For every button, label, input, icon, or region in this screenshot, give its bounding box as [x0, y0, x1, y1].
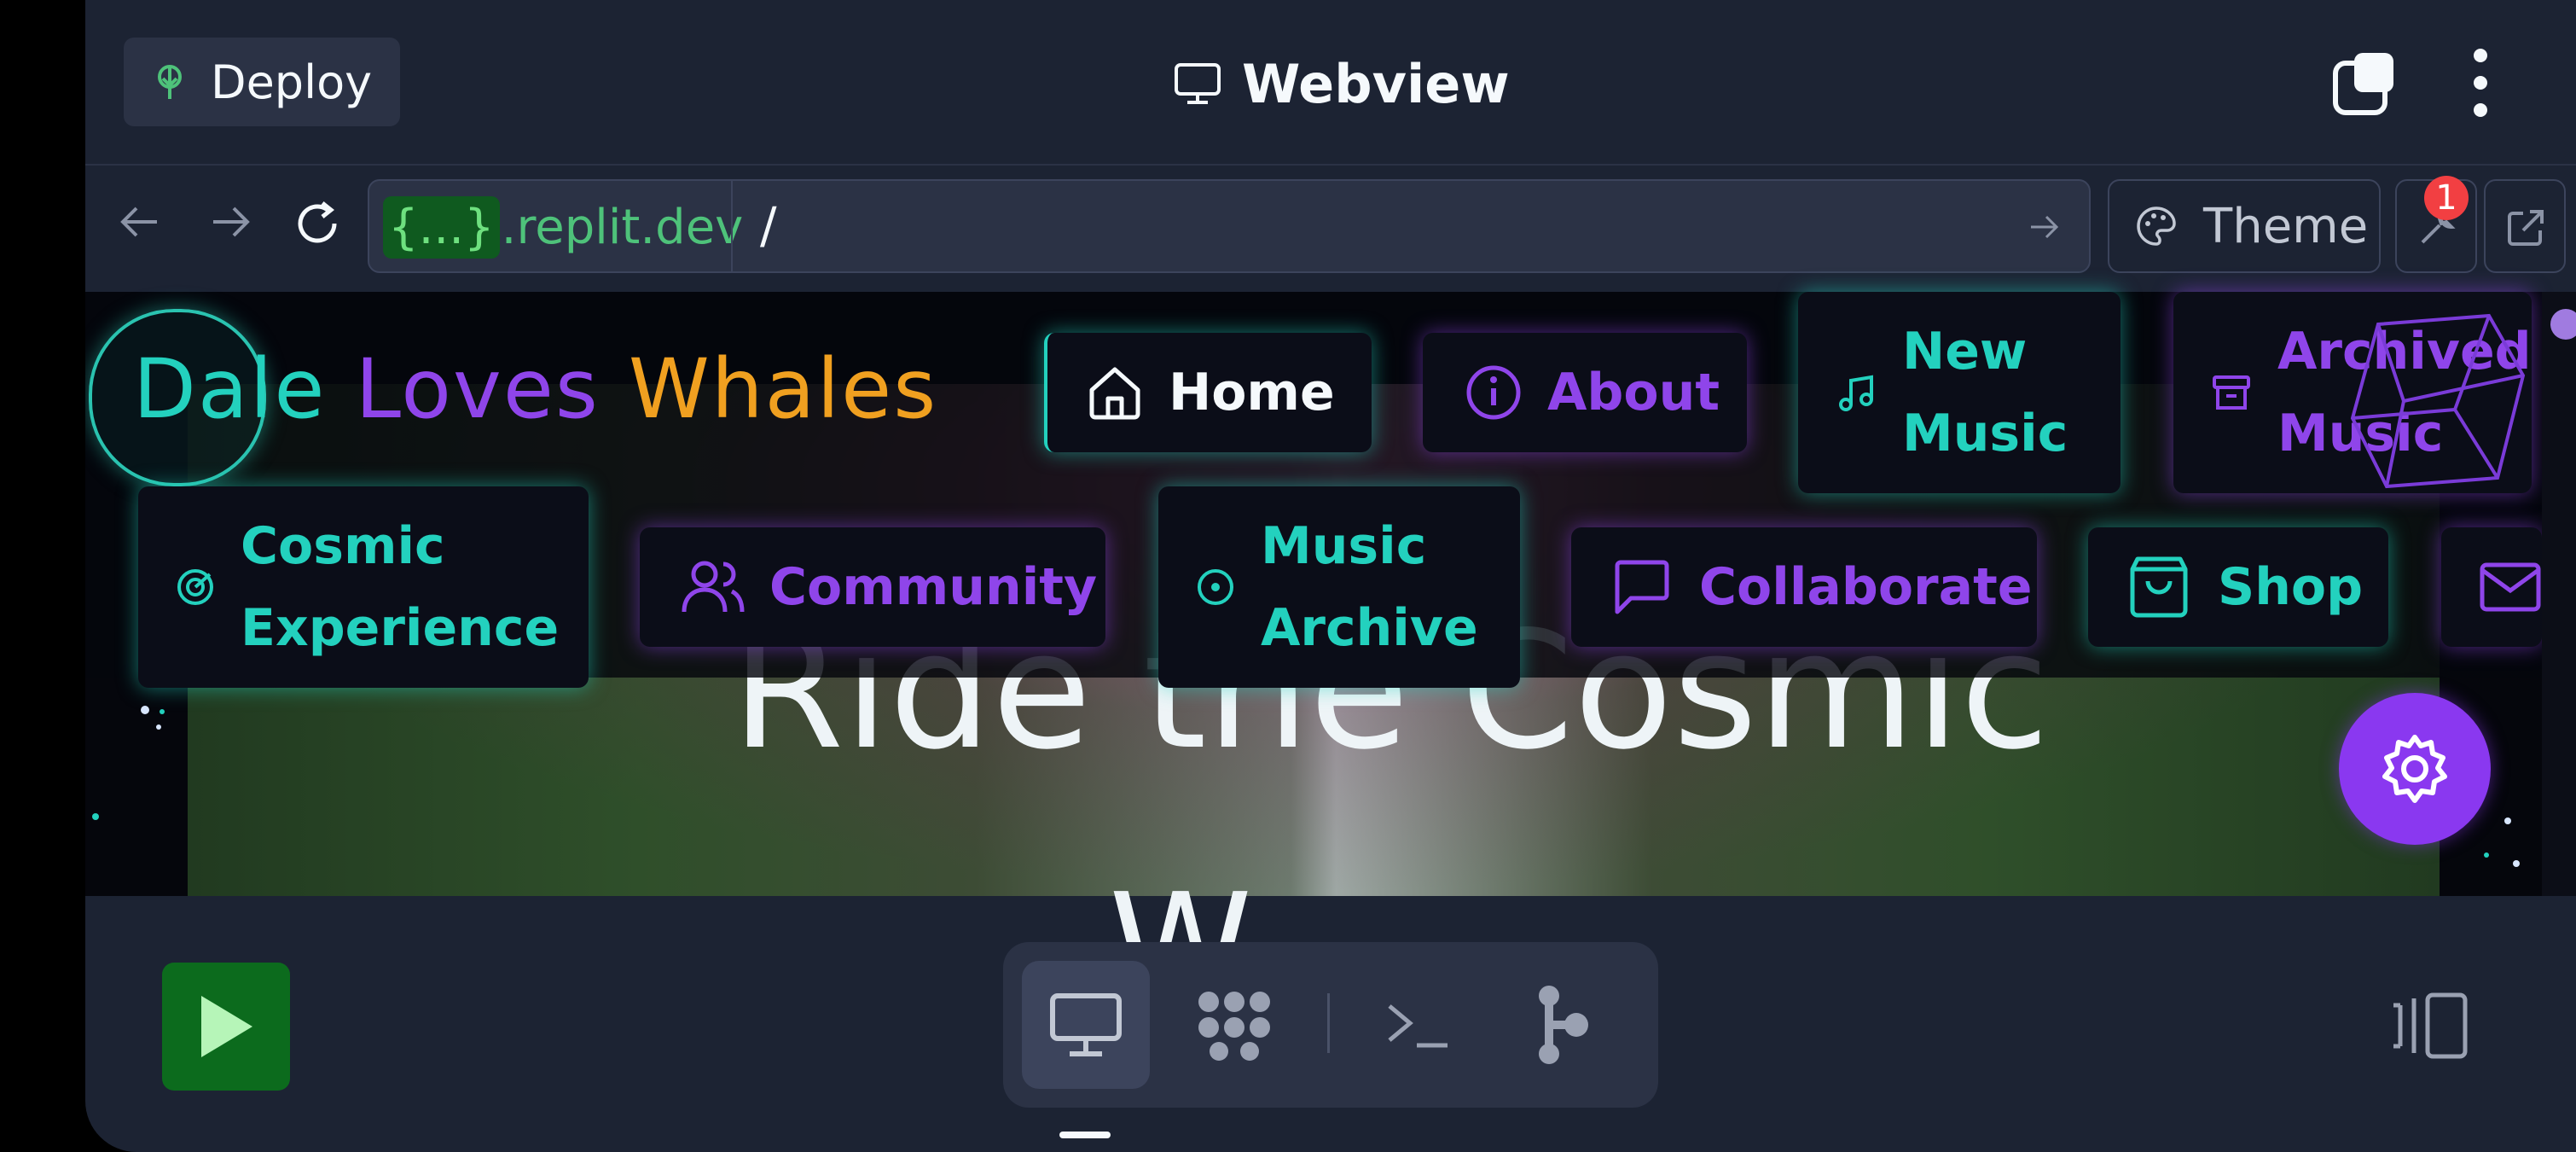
terminal-icon [1388, 1004, 1448, 1048]
nav-community-label: Community [769, 557, 1098, 617]
url-path[interactable]: / [760, 196, 777, 254]
tab-webview[interactable] [1022, 961, 1150, 1089]
nav-shop[interactable]: Shop [2088, 527, 2388, 647]
more-vertical-icon[interactable] [2465, 47, 2496, 119]
tab-shell[interactable] [1355, 961, 1482, 1089]
settings-button[interactable] [2339, 693, 2491, 845]
bottom-tab-bar [1003, 942, 1658, 1108]
deploy-button[interactable]: Deploy [124, 38, 400, 126]
tab-workspace[interactable] [1170, 961, 1298, 1089]
nav-new-music-line1: New [1902, 322, 2028, 381]
play-icon [201, 996, 252, 1057]
theme-button[interactable]: Theme [2108, 179, 2381, 273]
webview-title: Webview [1174, 43, 1510, 125]
nav-collaborate[interactable]: Collaborate [1571, 527, 2037, 647]
run-button[interactable] [162, 963, 290, 1091]
nav-new-music-line2: Music [1902, 404, 2068, 463]
nav-music-archive[interactable]: Music Archive [1158, 486, 1520, 688]
devtools-button[interactable]: 1 [2395, 176, 2477, 273]
site-brand[interactable]: Dale Loves Whales [133, 329, 937, 449]
nav-music-archive-line1: Music [1261, 516, 1427, 576]
reload-icon[interactable] [292, 198, 343, 249]
nav-cosmic-line1: Cosmic [241, 516, 445, 576]
deploy-icon [158, 65, 182, 99]
divider [85, 164, 2576, 166]
home-icon [1089, 367, 1140, 420]
nav-home[interactable]: Home [1044, 333, 1372, 452]
nav-shop-label: Shop [2218, 557, 2364, 617]
mail-icon [2480, 562, 2541, 612]
nav-cosmic-experience[interactable]: Cosmic Experience [138, 486, 589, 688]
url-separator [731, 181, 733, 271]
archive-icon [2213, 375, 2250, 410]
monitor-icon [1050, 993, 1122, 1056]
url-host-domain: .replit.dev [501, 199, 744, 255]
nav-music-archive-line2: Archive [1261, 598, 1478, 658]
nav-community[interactable]: Community [640, 527, 1105, 647]
external-link-icon [2508, 210, 2544, 246]
brand-word-2: Loves [355, 341, 600, 437]
forward-arrow-icon[interactable] [206, 198, 254, 246]
monitor-icon [1175, 63, 1221, 104]
nav-new-music[interactable]: New Music [1798, 292, 2121, 493]
info-icon [1466, 365, 1521, 420]
brand-word-1: Dale [133, 341, 327, 437]
git-branch-icon [1539, 986, 1588, 1064]
tab-separator [1327, 993, 1330, 1053]
webview-title-text: Webview [1242, 52, 1510, 115]
replit-app: Deploy Webview {...} .replit.dev / Theme… [85, 0, 2576, 1152]
gear-icon [2382, 735, 2447, 803]
shopping-bag-icon [2130, 556, 2188, 618]
cube-decoration-icon [2350, 313, 2526, 489]
deploy-label: Deploy [211, 55, 373, 109]
tabs-icon[interactable] [2330, 49, 2399, 118]
palette-icon [2137, 207, 2176, 246]
open-external-button[interactable] [2484, 179, 2566, 273]
nav-about-label: About [1547, 363, 1720, 422]
radar-icon [177, 569, 213, 605]
tab-git[interactable] [1498, 961, 1626, 1089]
scrollbar-thumb[interactable] [2550, 309, 2576, 340]
disc-icon [1198, 569, 1233, 605]
webview-scrollbar[interactable] [2542, 292, 2576, 896]
url-host-braces: {...} [383, 195, 500, 259]
chat-icon [1615, 560, 1669, 614]
nav-home-label: Home [1169, 363, 1335, 422]
nav-collaborate-label: Collaborate [1699, 557, 2033, 617]
theme-label: Theme [2203, 198, 2369, 254]
url-host: {...} .replit.dev [383, 195, 744, 259]
music-note-icon [1839, 375, 1873, 411]
nav-contact[interactable] [2441, 527, 2542, 647]
back-arrow-icon[interactable] [116, 198, 164, 246]
go-arrow-icon[interactable] [2026, 208, 2063, 246]
url-input[interactable]: {...} .replit.dev / [368, 179, 2091, 273]
nav-cosmic-line2: Experience [241, 598, 560, 658]
brand-word-3: Whales [628, 341, 938, 437]
nav-about[interactable]: About [1423, 333, 1747, 452]
users-icon [682, 561, 745, 613]
home-indicator [1059, 1132, 1111, 1138]
workspace-icon [1198, 992, 1270, 1061]
split-view-icon[interactable] [2388, 990, 2470, 1062]
notification-badge: 1 [2424, 176, 2469, 220]
